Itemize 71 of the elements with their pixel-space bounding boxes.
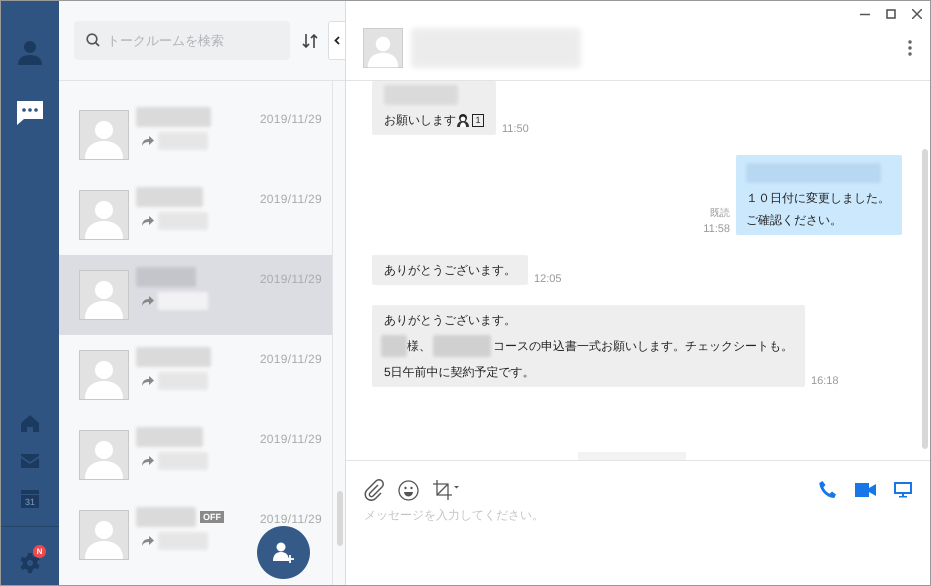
redacted-name	[136, 427, 203, 447]
emoji-icon[interactable]	[398, 480, 419, 500]
room-date: 2019/11/29	[260, 191, 322, 206]
forward-icon	[142, 136, 154, 146]
more-icon[interactable]	[908, 40, 912, 56]
person-icon	[17, 39, 43, 65]
redacted-name	[136, 187, 203, 207]
settings-icon	[20, 553, 40, 573]
mail-icon	[21, 454, 39, 468]
avatar-icon	[79, 190, 129, 240]
room-item[interactable]: 2019/11/29	[59, 95, 332, 175]
screen-share-icon[interactable]	[894, 482, 912, 498]
message-text: ありがとうございます。	[384, 263, 516, 277]
avatar-icon	[79, 510, 129, 560]
chat-icon	[17, 101, 43, 125]
forward-icon	[142, 216, 154, 226]
message-text: 5日午前中に契約予定です。	[384, 365, 535, 379]
collapse-button[interactable]	[328, 21, 345, 60]
forward-icon	[142, 376, 154, 386]
status-badge: OFF	[200, 511, 224, 523]
room-date: 2019/11/29	[260, 271, 322, 286]
message-text: お願いします	[384, 113, 456, 127]
room-item[interactable]: 2019/11/29	[59, 255, 332, 335]
message-text: 様、	[407, 339, 431, 353]
scrollbar[interactable]	[922, 149, 928, 449]
close-icon[interactable]	[912, 9, 922, 19]
scrollbar[interactable]	[337, 491, 343, 546]
room-date: 2019/11/29	[260, 431, 322, 446]
redacted-name	[136, 507, 196, 527]
redacted-text	[381, 335, 407, 357]
sort-icon[interactable]	[302, 32, 318, 48]
room-date: 2019/11/29	[260, 351, 322, 366]
forward-icon	[142, 296, 154, 306]
home-icon	[21, 415, 39, 432]
avatar-icon	[363, 28, 403, 68]
avatar-icon	[79, 110, 129, 160]
message-time: 12:05	[534, 273, 562, 285]
search-field[interactable]: トークルームを検索	[74, 21, 290, 60]
redacted-text	[433, 335, 491, 357]
message-text: ご確認ください。	[746, 213, 842, 227]
message-time: 11:58	[703, 223, 730, 235]
room-item[interactable]: 2019/11/29	[59, 335, 332, 415]
video-camera-icon[interactable]	[855, 483, 876, 497]
message-text: ありがとうございます。	[384, 313, 516, 327]
phone-icon[interactable]	[819, 481, 837, 499]
calendar-button[interactable]: 31	[21, 490, 39, 508]
room-item[interactable]: 2019/11/29	[59, 175, 332, 255]
keycap-emoji: 1	[472, 114, 484, 126]
room-item[interactable]: OFF 2019/11/29	[59, 495, 332, 575]
figure-emoji-icon	[456, 113, 470, 127]
crop-icon[interactable]	[433, 480, 460, 500]
avatar-icon	[79, 350, 129, 400]
search-icon	[86, 33, 100, 47]
message-time: 16:18	[811, 375, 839, 387]
chevron-left-icon	[334, 36, 340, 45]
add-person-icon	[272, 542, 294, 564]
attach-icon[interactable]	[364, 479, 384, 501]
forward-icon	[142, 456, 154, 466]
forward-icon	[142, 536, 154, 546]
read-receipt: 既読	[710, 206, 730, 220]
room-date: 2019/11/29	[260, 111, 322, 126]
avatar-icon	[79, 270, 129, 320]
message-text: １０日付に変更しました。	[746, 191, 890, 205]
room-item[interactable]: 2019/11/29	[59, 415, 332, 495]
maximize-icon[interactable]	[886, 9, 896, 19]
message-time: 11:50	[502, 123, 529, 135]
chat-button[interactable]	[17, 101, 43, 125]
notification-badge: N	[33, 545, 46, 558]
avatar-icon	[79, 430, 129, 480]
message-text: コースの申込書一式お願いします。チェックシートも。	[493, 339, 793, 353]
room-date: 2019/11/29	[260, 511, 322, 526]
